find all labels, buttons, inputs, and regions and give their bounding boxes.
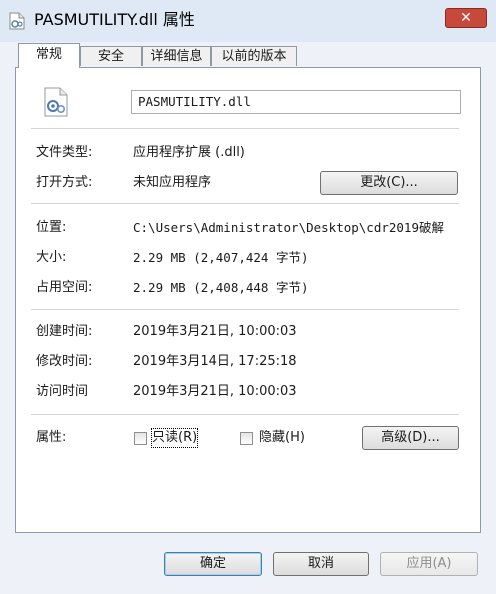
modified-value: 2019年3月14日, 17:25:18 <box>133 354 297 369</box>
apply-button[interactable]: 应用(A) <box>380 552 478 576</box>
general-panel <box>15 67 481 533</box>
attributes-label: 属性: <box>36 430 67 445</box>
tab-previous-versions[interactable]: 以前的版本 <box>211 46 297 66</box>
separator <box>31 203 459 204</box>
created-value: 2019年3月21日, 10:00:03 <box>133 324 297 339</box>
size-label: 大小: <box>36 250 67 265</box>
readonly-checkbox[interactable] <box>134 432 147 445</box>
ok-button[interactable]: 确定 <box>164 552 262 576</box>
advanced-button[interactable]: 高级(D)... <box>362 426 459 450</box>
change-button[interactable]: 更改(C)... <box>320 171 458 195</box>
file-type-value: 应用程序扩展 (.dll) <box>133 145 245 160</box>
tab-security[interactable]: 安全 <box>80 46 142 66</box>
hidden-label[interactable]: 隐藏(H) <box>259 429 305 447</box>
accessed-value: 2019年3月21日, 10:00:03 <box>133 384 297 399</box>
dll-file-icon-large <box>44 87 68 117</box>
readonly-label[interactable]: 只读(R) <box>150 428 199 448</box>
location-label: 位置: <box>36 220 67 235</box>
separator <box>31 414 459 415</box>
title-bar: PASMUTILITY.dll 属性 ✕ <box>0 0 496 42</box>
file-type-label: 文件类型: <box>36 145 93 160</box>
cancel-button[interactable]: 取消 <box>273 552 369 576</box>
accessed-label: 访问时间 <box>36 384 89 399</box>
window-title: PASMUTILITY.dll 属性 <box>34 10 195 29</box>
opens-with-label: 打开方式: <box>36 175 93 190</box>
close-button[interactable]: ✕ <box>445 8 487 28</box>
opens-with-value: 未知应用程序 <box>133 175 212 190</box>
location-value: C:\Users\Administrator\Desktop\cdr2019破解 <box>133 220 444 235</box>
separator <box>31 309 459 310</box>
created-label: 创建时间: <box>36 324 93 339</box>
tab-general[interactable]: 常规 <box>18 43 80 68</box>
size-value: 2.29 MB (2,407,424 字节) <box>133 250 309 265</box>
tab-details[interactable]: 详细信息 <box>142 46 211 66</box>
disk-size-label: 占用空间: <box>36 280 93 295</box>
separator <box>31 128 459 129</box>
close-icon: ✕ <box>460 10 472 26</box>
file-name-field[interactable]: PASMUTILITY.dll <box>131 90 461 114</box>
modified-label: 修改时间: <box>36 354 93 369</box>
dll-file-icon <box>9 12 25 30</box>
disk-size-value: 2.29 MB (2,408,448 字节) <box>133 280 309 295</box>
hidden-checkbox[interactable] <box>240 432 253 445</box>
